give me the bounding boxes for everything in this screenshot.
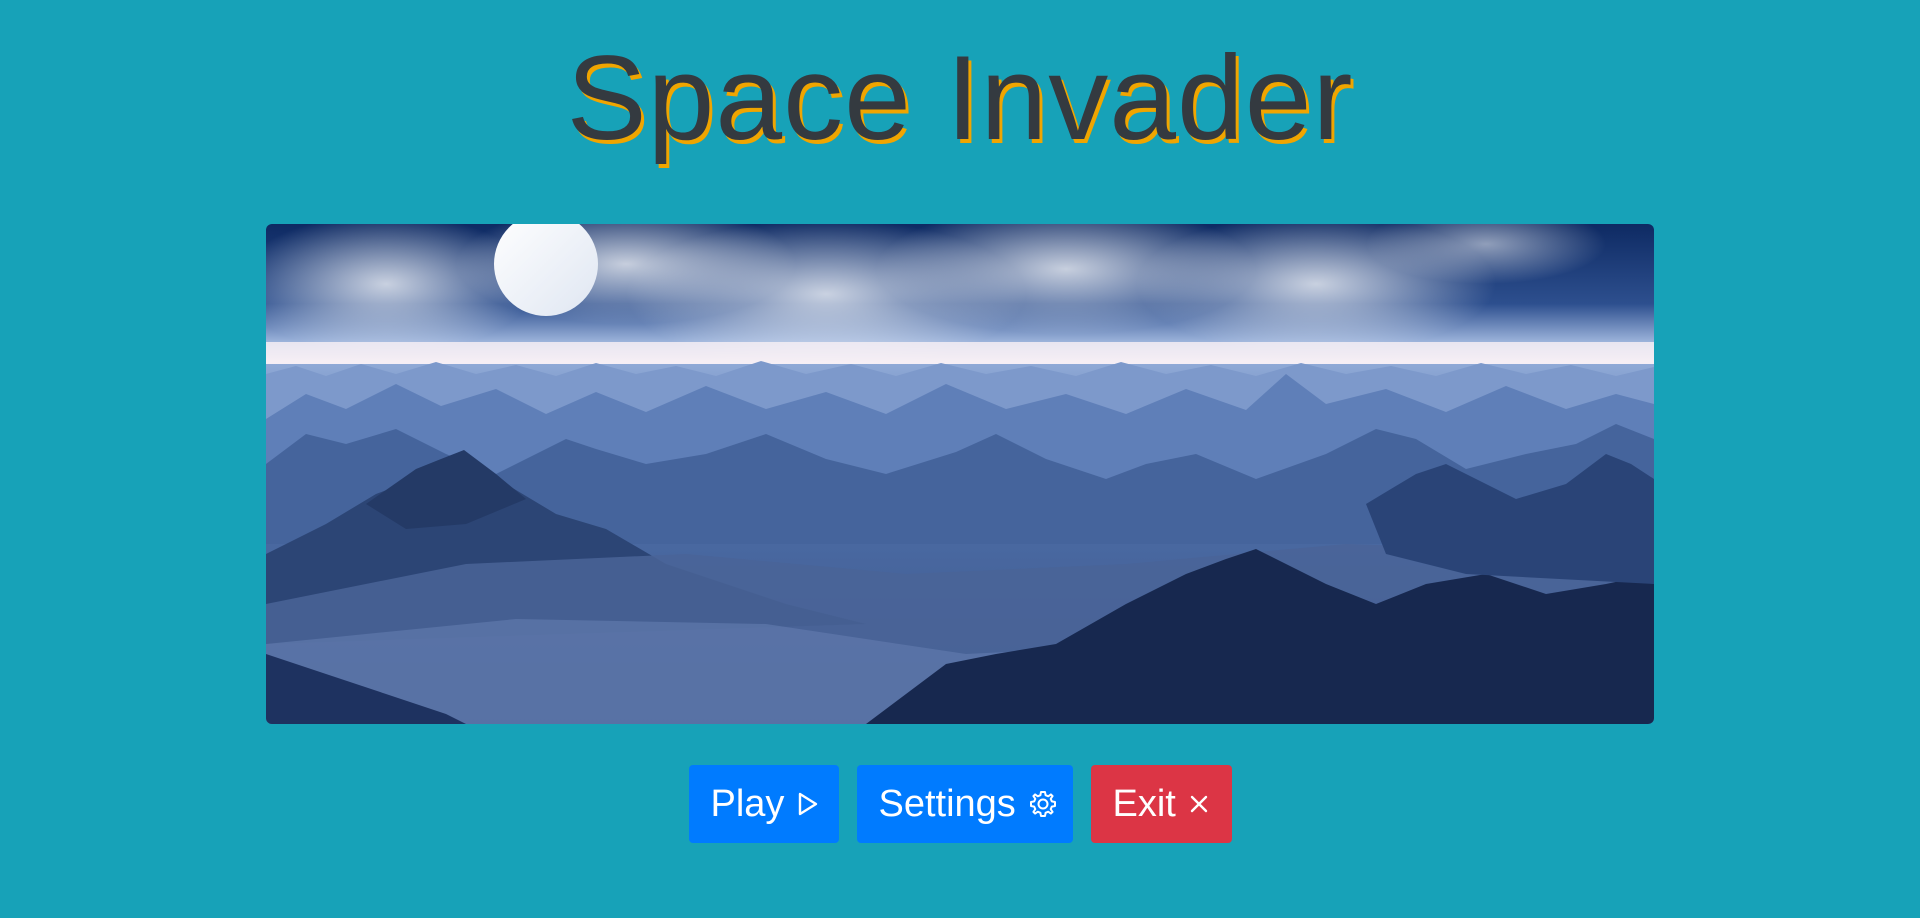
mountain-landscape-image xyxy=(266,224,1654,724)
close-icon xyxy=(1188,793,1210,815)
gear-icon xyxy=(1028,789,1058,819)
exit-button[interactable]: Exit xyxy=(1090,765,1232,843)
game-title: Space Invader xyxy=(566,31,1354,165)
hero-image xyxy=(266,224,1654,724)
menu-buttons: Play Settings Exit xyxy=(0,765,1920,843)
play-button[interactable]: Play xyxy=(688,765,839,843)
settings-button-label: Settings xyxy=(878,782,1016,825)
play-outline-icon xyxy=(796,791,820,817)
settings-button[interactable]: Settings xyxy=(856,765,1073,843)
exit-button-label: Exit xyxy=(1112,782,1176,825)
main-menu: Space Invader Play Settings Exit xyxy=(0,0,1920,918)
play-button-label: Play xyxy=(710,782,785,825)
